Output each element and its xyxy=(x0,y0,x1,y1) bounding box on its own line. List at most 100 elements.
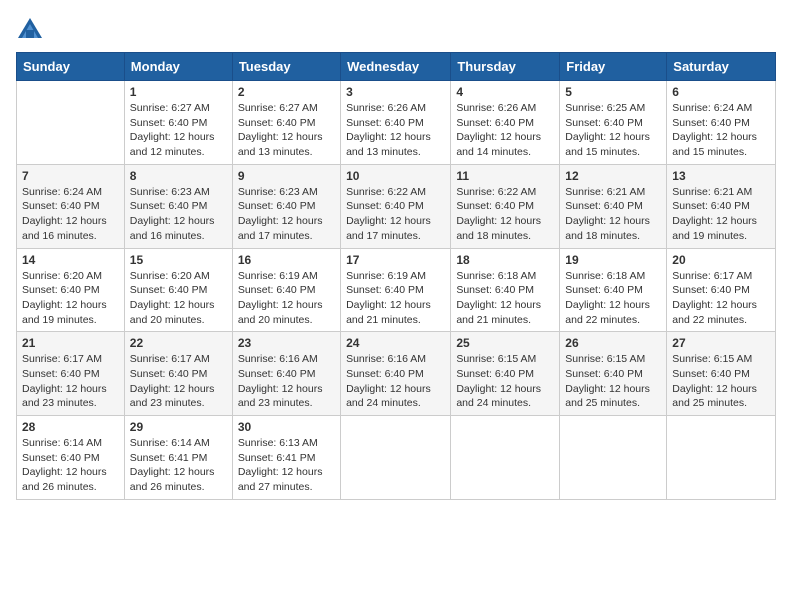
logo xyxy=(16,16,48,44)
calendar-table: SundayMondayTuesdayWednesdayThursdayFrid… xyxy=(16,52,776,500)
day-info: Sunrise: 6:19 AM Sunset: 6:40 PM Dayligh… xyxy=(346,269,445,328)
day-number: 30 xyxy=(238,420,335,434)
calendar-week-row: 14 Sunrise: 6:20 AM Sunset: 6:40 PM Dayli… xyxy=(17,248,776,332)
day-number: 14 xyxy=(22,253,119,267)
day-info: Sunrise: 6:26 AM Sunset: 6:40 PM Dayligh… xyxy=(346,101,445,160)
day-info: Sunrise: 6:24 AM Sunset: 6:40 PM Dayligh… xyxy=(22,185,119,244)
calendar-cell: 14 Sunrise: 6:20 AM Sunset: 6:40 PM Dayli… xyxy=(17,248,125,332)
day-number: 12 xyxy=(565,169,661,183)
calendar-cell: 24Sunrise: 6:16 AM Sunset: 6:40 PM Dayli… xyxy=(341,332,451,416)
day-info: Sunrise: 6:22 AM Sunset: 6:40 PM Dayligh… xyxy=(456,185,554,244)
day-info: Sunrise: 6:14 AM Sunset: 6:41 PM Dayligh… xyxy=(130,436,227,495)
calendar-cell: 5 Sunrise: 6:25 AM Sunset: 6:40 PM Daylig… xyxy=(560,81,667,165)
day-info: Sunrise: 6:20 AM Sunset: 6:40 PM Dayligh… xyxy=(22,269,119,328)
day-number: 8 xyxy=(130,169,227,183)
day-number: 3 xyxy=(346,85,445,99)
day-info: Sunrise: 6:24 AM Sunset: 6:40 PM Dayligh… xyxy=(672,101,770,160)
calendar-cell: 15 Sunrise: 6:20 AM Sunset: 6:40 PM Dayli… xyxy=(124,248,232,332)
weekday-header-wednesday: Wednesday xyxy=(341,53,451,81)
calendar-cell: 25 Sunrise: 6:15 AM Sunset: 6:40 PM Dayli… xyxy=(451,332,560,416)
day-info: Sunrise: 6:15 AM Sunset: 6:40 PM Dayligh… xyxy=(565,352,661,411)
logo-icon xyxy=(16,16,44,44)
calendar-cell: 7 Sunrise: 6:24 AM Sunset: 6:40 PM Daylig… xyxy=(17,164,125,248)
day-number: 10 xyxy=(346,169,445,183)
day-info: Sunrise: 6:18 AM Sunset: 6:40 PM Dayligh… xyxy=(456,269,554,328)
calendar-week-row: 28 Sunrise: 6:14 AM Sunset: 6:40 PM Dayli… xyxy=(17,416,776,500)
day-info: Sunrise: 6:23 AM Sunset: 6:40 PM Dayligh… xyxy=(130,185,227,244)
day-info: Sunrise: 6:23 AM Sunset: 6:40 PM Dayligh… xyxy=(238,185,335,244)
calendar-cell: 11 Sunrise: 6:22 AM Sunset: 6:40 PM Dayli… xyxy=(451,164,560,248)
day-number: 22 xyxy=(130,336,227,350)
calendar-cell: 27 Sunrise: 6:15 AM Sunset: 6:40 PM Dayli… xyxy=(667,332,776,416)
day-info: Sunrise: 6:17 AM Sunset: 6:40 PM Dayligh… xyxy=(22,352,119,411)
day-info: Sunrise: 6:20 AM Sunset: 6:40 PM Dayligh… xyxy=(130,269,227,328)
day-info: Sunrise: 6:27 AM Sunset: 6:40 PM Dayligh… xyxy=(130,101,227,160)
day-number: 28 xyxy=(22,420,119,434)
day-info: Sunrise: 6:27 AM Sunset: 6:40 PM Dayligh… xyxy=(238,101,335,160)
calendar-cell xyxy=(341,416,451,500)
weekday-header-friday: Friday xyxy=(560,53,667,81)
day-number: 5 xyxy=(565,85,661,99)
day-info: Sunrise: 6:15 AM Sunset: 6:40 PM Dayligh… xyxy=(672,352,770,411)
weekday-header-sunday: Sunday xyxy=(17,53,125,81)
weekday-header-thursday: Thursday xyxy=(451,53,560,81)
day-number: 27 xyxy=(672,336,770,350)
calendar-week-row: 7 Sunrise: 6:24 AM Sunset: 6:40 PM Daylig… xyxy=(17,164,776,248)
calendar-cell: 6Sunrise: 6:24 AM Sunset: 6:40 PM Daylig… xyxy=(667,81,776,165)
calendar-cell: 1 Sunrise: 6:27 AM Sunset: 6:40 PM Daylig… xyxy=(124,81,232,165)
day-number: 13 xyxy=(672,169,770,183)
day-info: Sunrise: 6:17 AM Sunset: 6:40 PM Dayligh… xyxy=(130,352,227,411)
weekday-header-row: SundayMondayTuesdayWednesdayThursdayFrid… xyxy=(17,53,776,81)
day-number: 23 xyxy=(238,336,335,350)
calendar-cell xyxy=(667,416,776,500)
day-info: Sunrise: 6:21 AM Sunset: 6:40 PM Dayligh… xyxy=(565,185,661,244)
calendar-cell: 4 Sunrise: 6:26 AM Sunset: 6:40 PM Daylig… xyxy=(451,81,560,165)
day-number: 11 xyxy=(456,169,554,183)
day-info: Sunrise: 6:13 AM Sunset: 6:41 PM Dayligh… xyxy=(238,436,335,495)
calendar-cell: 19Sunrise: 6:18 AM Sunset: 6:40 PM Dayli… xyxy=(560,248,667,332)
calendar-cell: 20Sunrise: 6:17 AM Sunset: 6:40 PM Dayli… xyxy=(667,248,776,332)
day-number: 15 xyxy=(130,253,227,267)
day-number: 16 xyxy=(238,253,335,267)
calendar-week-row: 21 Sunrise: 6:17 AM Sunset: 6:40 PM Dayli… xyxy=(17,332,776,416)
day-number: 29 xyxy=(130,420,227,434)
day-info: Sunrise: 6:15 AM Sunset: 6:40 PM Dayligh… xyxy=(456,352,554,411)
calendar-cell: 2 Sunrise: 6:27 AM Sunset: 6:40 PM Daylig… xyxy=(232,81,340,165)
day-info: Sunrise: 6:26 AM Sunset: 6:40 PM Dayligh… xyxy=(456,101,554,160)
day-number: 18 xyxy=(456,253,554,267)
calendar-cell: 30 Sunrise: 6:13 AM Sunset: 6:41 PM Dayli… xyxy=(232,416,340,500)
day-number: 1 xyxy=(130,85,227,99)
day-number: 2 xyxy=(238,85,335,99)
day-info: Sunrise: 6:16 AM Sunset: 6:40 PM Dayligh… xyxy=(346,352,445,411)
day-number: 25 xyxy=(456,336,554,350)
weekday-header-saturday: Saturday xyxy=(667,53,776,81)
calendar-cell xyxy=(560,416,667,500)
calendar-cell: 26Sunrise: 6:15 AM Sunset: 6:40 PM Dayli… xyxy=(560,332,667,416)
calendar-cell: 8 Sunrise: 6:23 AM Sunset: 6:40 PM Daylig… xyxy=(124,164,232,248)
calendar-cell: 18 Sunrise: 6:18 AM Sunset: 6:40 PM Dayli… xyxy=(451,248,560,332)
calendar-cell: 10 Sunrise: 6:22 AM Sunset: 6:40 PM Dayli… xyxy=(341,164,451,248)
calendar-cell: 17 Sunrise: 6:19 AM Sunset: 6:40 PM Dayli… xyxy=(341,248,451,332)
day-number: 4 xyxy=(456,85,554,99)
day-info: Sunrise: 6:22 AM Sunset: 6:40 PM Dayligh… xyxy=(346,185,445,244)
day-info: Sunrise: 6:25 AM Sunset: 6:40 PM Dayligh… xyxy=(565,101,661,160)
calendar-cell: 21 Sunrise: 6:17 AM Sunset: 6:40 PM Dayli… xyxy=(17,332,125,416)
day-info: Sunrise: 6:14 AM Sunset: 6:40 PM Dayligh… xyxy=(22,436,119,495)
weekday-header-tuesday: Tuesday xyxy=(232,53,340,81)
day-number: 9 xyxy=(238,169,335,183)
day-info: Sunrise: 6:16 AM Sunset: 6:40 PM Dayligh… xyxy=(238,352,335,411)
day-info: Sunrise: 6:18 AM Sunset: 6:40 PM Dayligh… xyxy=(565,269,661,328)
calendar-cell: 9 Sunrise: 6:23 AM Sunset: 6:40 PM Daylig… xyxy=(232,164,340,248)
calendar-cell: 23 Sunrise: 6:16 AM Sunset: 6:40 PM Dayli… xyxy=(232,332,340,416)
day-number: 21 xyxy=(22,336,119,350)
calendar-cell xyxy=(451,416,560,500)
calendar-cell: 28 Sunrise: 6:14 AM Sunset: 6:40 PM Dayli… xyxy=(17,416,125,500)
day-number: 7 xyxy=(22,169,119,183)
day-info: Sunrise: 6:19 AM Sunset: 6:40 PM Dayligh… xyxy=(238,269,335,328)
page-header xyxy=(16,16,776,44)
calendar-cell xyxy=(17,81,125,165)
day-number: 17 xyxy=(346,253,445,267)
calendar-cell: 12 Sunrise: 6:21 AM Sunset: 6:40 PM Dayli… xyxy=(560,164,667,248)
weekday-header-monday: Monday xyxy=(124,53,232,81)
calendar-cell: 3 Sunrise: 6:26 AM Sunset: 6:40 PM Daylig… xyxy=(341,81,451,165)
